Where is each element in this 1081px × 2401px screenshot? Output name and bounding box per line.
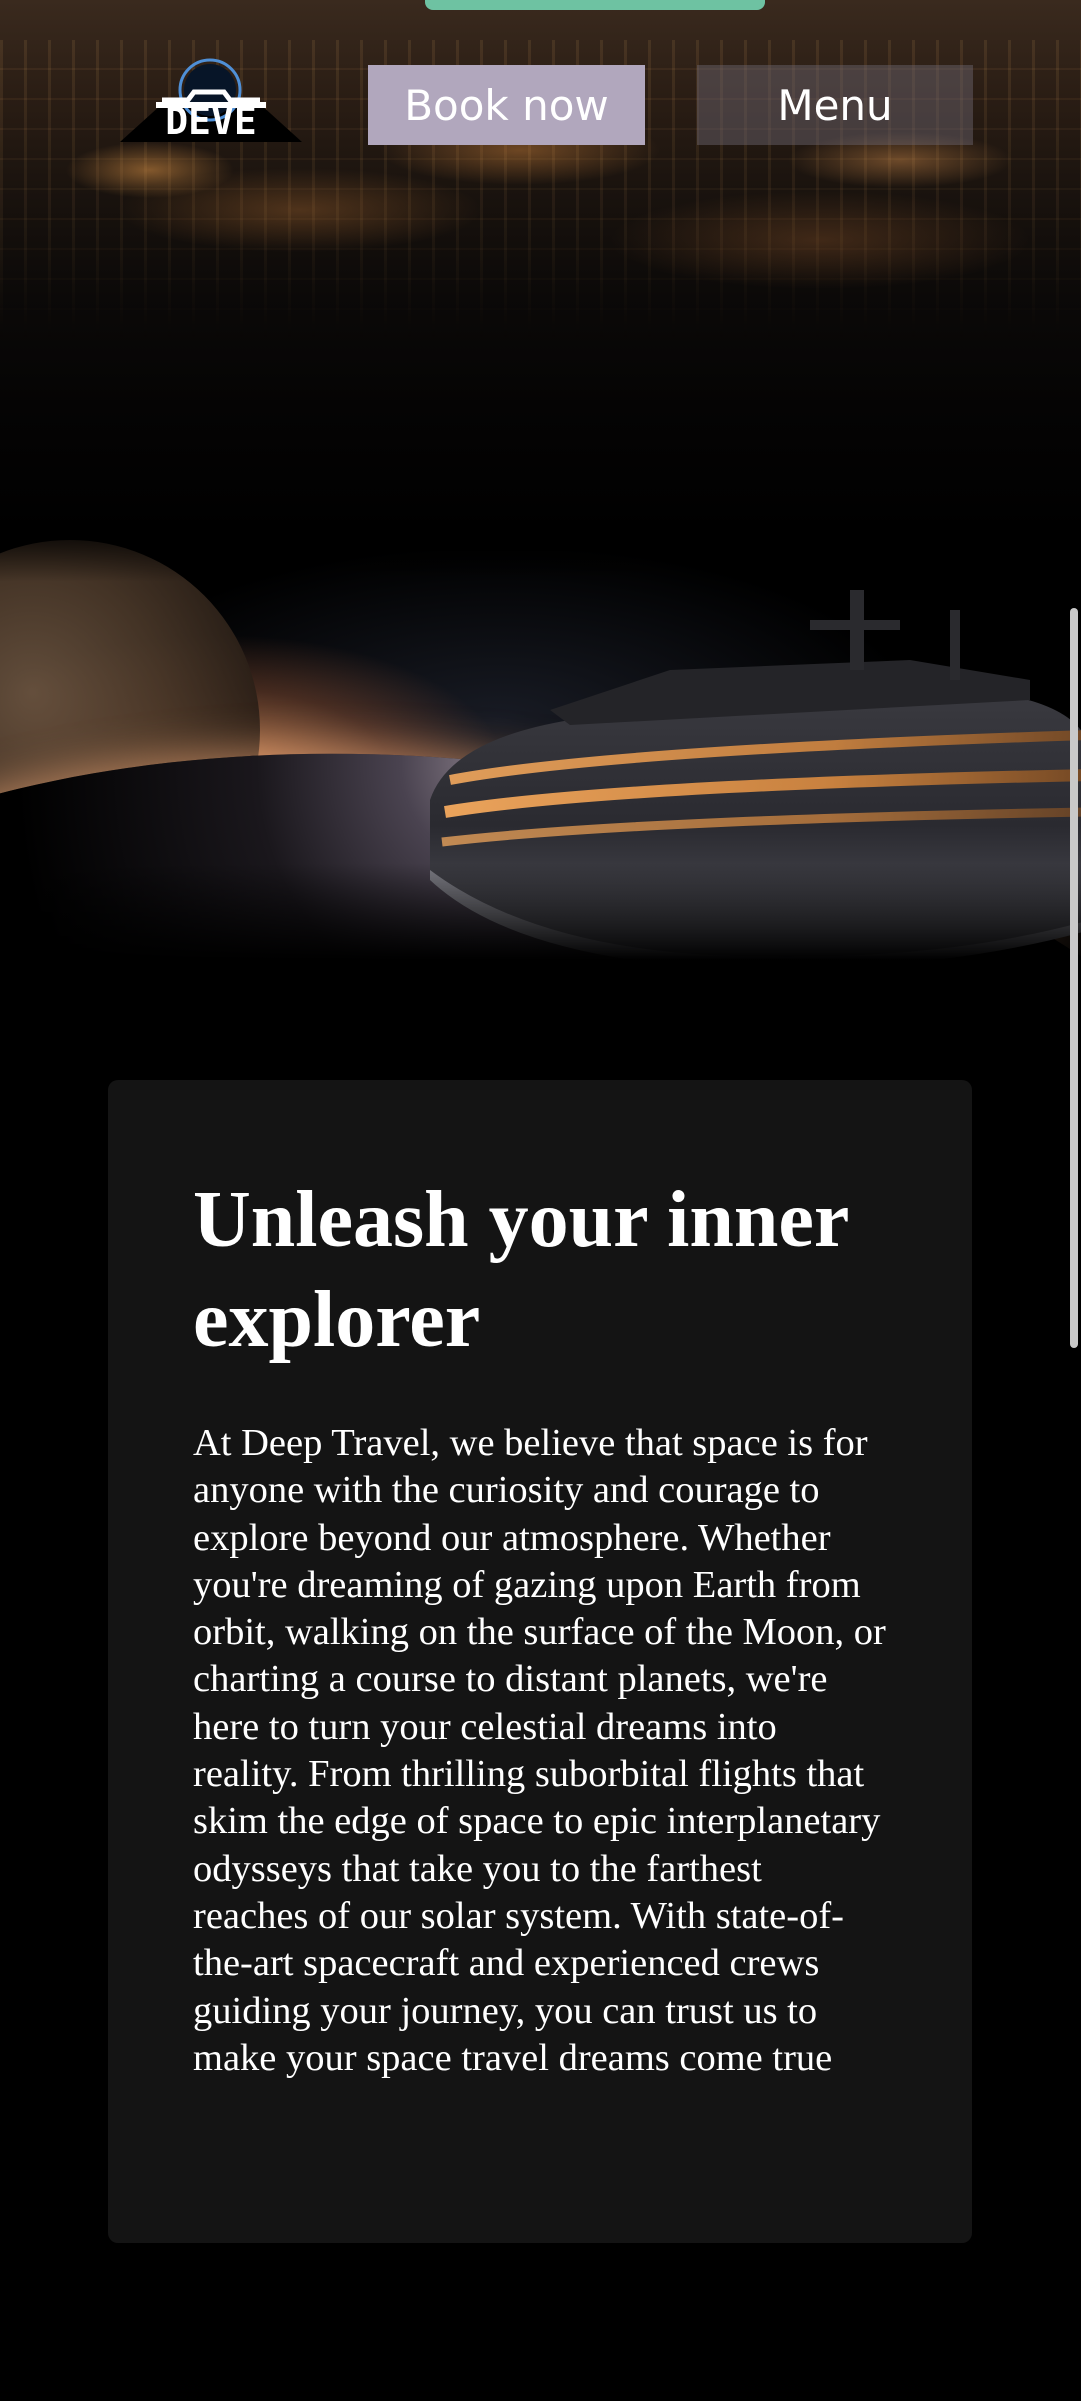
top-accent-strip [425,0,765,10]
spaceship-image [0,520,1081,960]
intro-card: Unleash your inner explorer At Deep Trav… [108,1080,972,2243]
scrollbar-thumb[interactable] [1070,608,1078,1348]
intro-title: Unleash your inner explorer [193,1176,848,1364]
menu-button[interactable]: Menu [697,65,973,145]
intro-body: At Deep Travel, we believe that space is… [193,1422,886,2079]
deep-travel-logo-icon[interactable]: DEVE [120,58,302,142]
book-now-button[interactable]: Book now [368,65,645,145]
